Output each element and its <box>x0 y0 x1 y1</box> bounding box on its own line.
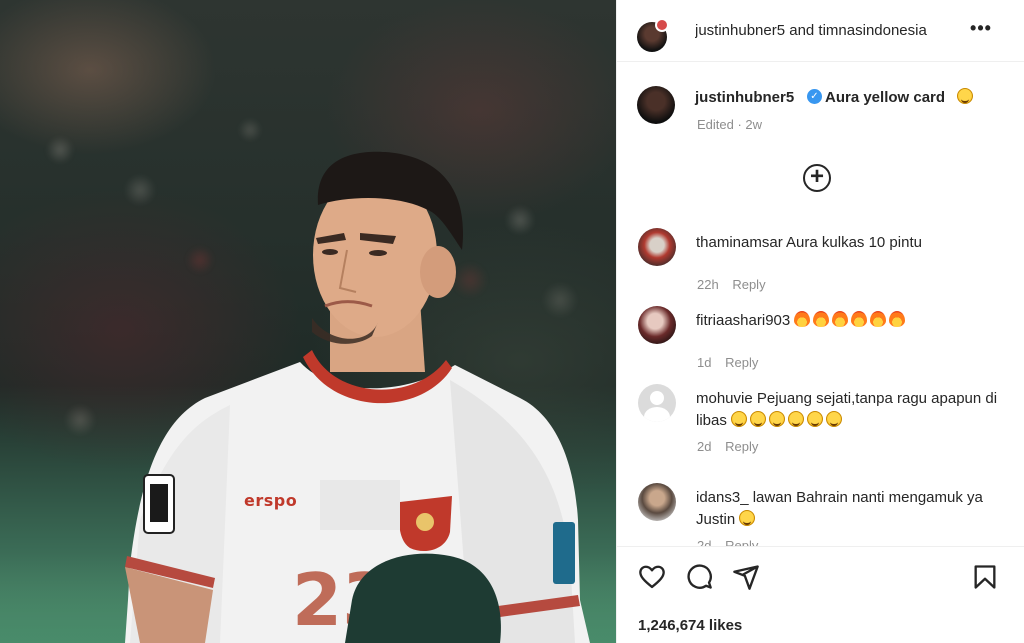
comment-icon[interactable] <box>685 563 713 591</box>
laughing-emoji-icon <box>731 411 748 427</box>
jersey-brand-text: erspo <box>244 491 298 510</box>
comment-time: 22h <box>697 277 719 292</box>
reply-button[interactable]: Reply <box>732 277 765 292</box>
comment-time: 2d <box>697 439 712 454</box>
comments-list[interactable]: thaminamsar Aura kulkas 10 pintu 22h Rep… <box>617 212 1024 546</box>
commenter-username[interactable]: thaminamsar <box>696 234 783 251</box>
post-actions-bar: 1,246,674 likes <box>617 546 1024 643</box>
fire-emoji-icon <box>794 311 811 327</box>
comment-text: fitriaashari903 <box>696 310 1006 332</box>
fire-emoji-row <box>794 311 908 329</box>
load-more-comments-icon[interactable]: + <box>803 164 831 192</box>
reply-button[interactable]: Reply <box>725 439 758 454</box>
collab-avatar[interactable] <box>655 18 669 32</box>
commenter-username[interactable]: idans3_ <box>696 489 749 506</box>
comment-time: 1d <box>697 355 712 370</box>
caption-meta: Edited · 2w <box>697 117 763 132</box>
commenter-username[interactable]: mohuvie <box>696 390 753 407</box>
laughing-emoji-icon <box>957 88 973 104</box>
football-player-photo: 23 <box>125 151 590 643</box>
commenter-avatar[interactable] <box>638 483 676 521</box>
laughing-emoji-icon <box>769 411 786 427</box>
fire-emoji-icon <box>870 311 887 327</box>
comment-time: 2d <box>697 538 712 546</box>
post-image[interactable]: 23 erspo <box>0 0 616 643</box>
commenter-avatar[interactable] <box>638 306 676 344</box>
post-header: justinhubner5 and timnasindonesia ••• <box>617 0 1024 62</box>
likes-count[interactable]: 1,246,674 likes <box>638 617 742 634</box>
commenter-username[interactable]: fitriaashari903 <box>696 312 790 329</box>
caption-username[interactable]: justinhubner5 <box>695 89 794 106</box>
laughing-emoji-icon <box>788 411 805 427</box>
laughing-emoji-icon <box>807 411 824 427</box>
laugh-emoji-row <box>731 411 845 429</box>
verified-icon: ✓ <box>807 89 822 104</box>
reply-button[interactable]: Reply <box>725 538 758 546</box>
default-avatar-body <box>644 407 670 422</box>
post-details-panel: justinhubner5 and timnasindonesia ••• ju… <box>616 0 1024 643</box>
comment-meta: 2d Reply <box>697 538 758 546</box>
comment-text: idans3_ lawan Bahrain nanti mengamuk ya … <box>696 487 1006 531</box>
reply-button[interactable]: Reply <box>725 355 758 370</box>
comment-meta: 1d Reply <box>697 355 758 370</box>
comment-text: mohuvie Pejuang sejati,tanpa ragu apapun… <box>696 388 1006 432</box>
more-icon[interactable]: ••• <box>969 19 993 40</box>
laughing-emoji-icon <box>750 411 767 427</box>
commenter-avatar[interactable] <box>638 228 676 266</box>
commenter-avatar-default[interactable] <box>638 384 676 422</box>
caption-text: Aura yellow card <box>825 89 946 106</box>
comment-body: Aura kulkas 10 pintu <box>786 234 922 251</box>
default-avatar-icon <box>650 391 664 405</box>
fire-emoji-icon <box>832 311 849 327</box>
post-author-names[interactable]: justinhubner5 and timnasindonesia <box>695 22 957 39</box>
caption-avatar[interactable] <box>637 86 675 124</box>
comment-meta: 2d Reply <box>697 439 758 454</box>
fire-emoji-icon <box>813 311 830 327</box>
comment-text: thaminamsar Aura kulkas 10 pintu <box>696 232 1006 254</box>
laughing-emoji-icon <box>826 411 843 427</box>
bookmark-icon[interactable] <box>971 563 999 591</box>
fire-emoji-icon <box>889 311 906 327</box>
comment-meta: 22h Reply <box>697 277 766 292</box>
share-icon[interactable] <box>732 563 760 591</box>
heart-icon[interactable] <box>638 563 666 591</box>
fire-emoji-icon <box>851 311 868 327</box>
laughing-emoji-icon <box>739 510 756 526</box>
